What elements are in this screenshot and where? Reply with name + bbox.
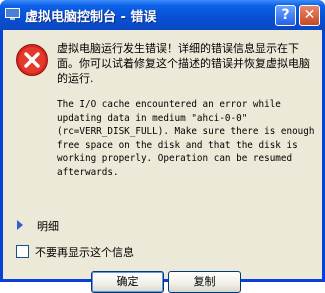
error-icon xyxy=(16,44,48,76)
ok-button[interactable]: 确定 xyxy=(91,271,164,293)
error-detail: The I/O cache encountered an error while… xyxy=(57,99,315,178)
expand-triangle-icon[interactable] xyxy=(17,220,23,230)
details-label[interactable]: 明细 xyxy=(37,218,59,234)
app-icon xyxy=(5,8,20,20)
window-title: 虚拟电脑控制台 - 错误 xyxy=(25,10,157,25)
close-button[interactable]: ✕ xyxy=(299,5,320,26)
error-dialog: 虚拟电脑控制台 - 错误 ? ✕ 虚拟电脑运行发生错误！详细的错误信息显示在下面… xyxy=(0,0,325,293)
error-message: 虚拟电脑运行发生错误！详细的错误信息显示在下面。你可以试着修复这个描述的错误并恢… xyxy=(57,42,310,85)
dont-show-again-label[interactable]: 不要再显示这个信息 xyxy=(35,244,134,260)
dont-show-again-checkbox[interactable] xyxy=(16,245,29,258)
dialog-body: 虚拟电脑运行发生错误！详细的错误信息显示在下面。你可以试着修复这个描述的错误并恢… xyxy=(3,30,322,293)
copy-button[interactable]: 复制 xyxy=(168,271,241,293)
help-button[interactable]: ? xyxy=(275,5,296,26)
title-bar[interactable]: 虚拟电脑控制台 - 错误 ? ✕ xyxy=(0,0,325,30)
